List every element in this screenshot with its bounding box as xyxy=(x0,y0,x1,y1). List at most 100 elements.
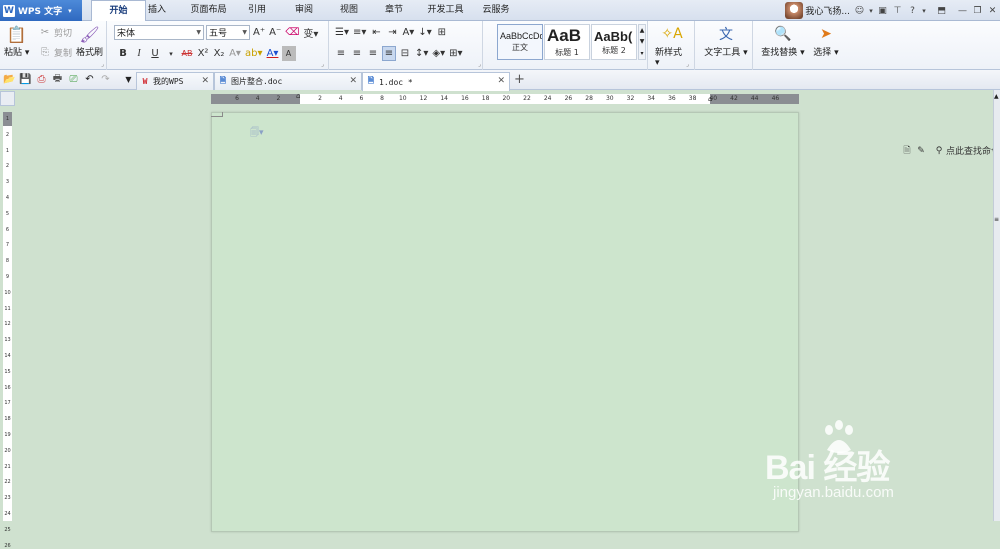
document-page[interactable] xyxy=(211,112,799,532)
chevron-down-icon[interactable]: ▾ xyxy=(164,46,178,61)
menu-tab[interactable]: 章节 xyxy=(375,0,413,21)
underline-button[interactable]: U xyxy=(148,46,162,61)
font-color-icon[interactable]: A▾ xyxy=(266,46,280,61)
right-indent-marker-icon[interactable]: ⌂ xyxy=(708,95,712,103)
expand-dialog-icon[interactable]: ⌟ xyxy=(686,61,689,68)
italic-button[interactable]: I xyxy=(132,46,146,61)
comment-icon[interactable]: ✎ xyxy=(914,143,928,158)
highlight-icon[interactable]: ab▾ xyxy=(244,46,264,61)
phonetic-icon[interactable]: 变▾ xyxy=(302,25,319,40)
expand-dialog-icon[interactable]: ⌟ xyxy=(321,61,324,68)
close-icon[interactable]: ✕ xyxy=(985,3,1000,18)
select-button[interactable]: ➤ 选择 ▾ xyxy=(812,23,840,58)
vertical-ruler[interactable]: 1 2 1 2 3 4 5 6 7 8 9 10 11 12 13 14 15 16 17 18 19 20 21 22 23 2… xyxy=(3,112,12,549)
expand-dialog-icon[interactable]: ⌟ xyxy=(101,61,104,68)
align-left-icon[interactable]: ≡ xyxy=(334,46,348,61)
font-size-select[interactable]: 五号 ▼ xyxy=(206,25,250,40)
shading-icon[interactable]: ◈▾ xyxy=(431,46,446,61)
shirt-icon[interactable]: ⊤ xyxy=(890,3,905,18)
chinese-layout-icon[interactable]: A▾ xyxy=(401,25,415,40)
copy-button[interactable]: ⎘ 复制 xyxy=(38,45,72,60)
redo-icon[interactable]: ↷ xyxy=(99,73,112,86)
numbered-list-icon[interactable]: ≡▾ xyxy=(352,25,367,40)
doc-tab[interactable]: 🗎 1.doc * ✕ xyxy=(362,72,510,91)
print-preview-icon[interactable]: ⎚ xyxy=(67,73,80,86)
doc-tab[interactable]: W 我的WPS ✕ xyxy=(136,72,214,90)
scroll-thumb[interactable]: ≡ xyxy=(994,216,999,223)
menu-tab[interactable]: 页面布局 xyxy=(181,0,236,21)
border-icon[interactable]: ⊞▾ xyxy=(448,46,463,61)
search-command-label[interactable]: 点此查找命令 xyxy=(946,144,1000,157)
style-preset[interactable]: AaBb(标题 2 xyxy=(591,24,637,60)
format-painter-button[interactable]: 🖌 格式刷 xyxy=(76,23,103,59)
restore-icon[interactable]: ❐ xyxy=(970,3,985,18)
add-tab-button[interactable]: + xyxy=(514,72,525,87)
avatar[interactable] xyxy=(785,2,804,19)
open-icon[interactable]: 📂 xyxy=(3,73,16,86)
skin-icon[interactable]: ▣ xyxy=(875,3,890,18)
fullscreen-icon[interactable]: ⬒ xyxy=(934,3,949,18)
cut-button[interactable]: ✂ 剪切 xyxy=(38,25,72,40)
chevron-up-icon[interactable]: ▲ xyxy=(640,27,645,34)
ruler-corner-button[interactable] xyxy=(0,91,15,106)
user-name[interactable]: 我心飞扬... xyxy=(805,4,850,17)
text-tools-button[interactable]: 文 文字工具 ▾ xyxy=(703,23,749,58)
customize-toolbar-icon[interactable]: ▼ xyxy=(122,73,135,86)
new-style-button[interactable]: ✧A 新样式 ▾ xyxy=(655,23,689,68)
superscript-button[interactable]: X² xyxy=(196,46,210,61)
bullet-list-icon[interactable]: ☰▾ xyxy=(334,25,350,40)
paste-options-icon[interactable]: 🗐▾ xyxy=(250,125,264,141)
indent-marker-icon[interactable]: ⌂ xyxy=(296,92,300,100)
chevron-down-icon[interactable]: ▾ xyxy=(867,3,875,18)
doc-tab[interactable]: 🗎 图片整合.doc ✕ xyxy=(214,72,362,90)
save-icon[interactable]: 💾 xyxy=(19,73,32,86)
align-right-icon[interactable]: ≡ xyxy=(366,46,380,61)
close-icon[interactable]: ✕ xyxy=(349,76,357,86)
table-icon[interactable]: ⊞ xyxy=(435,25,449,40)
menu-tab[interactable]: 开发工具 xyxy=(418,0,473,21)
close-icon[interactable]: ✕ xyxy=(201,76,209,86)
minimize-icon[interactable]: — xyxy=(955,3,970,18)
strikethrough-button[interactable]: AB xyxy=(180,46,194,61)
font-name-select[interactable]: 宋体 ▼ xyxy=(114,25,204,40)
sort-icon[interactable]: ↓▾ xyxy=(417,25,432,40)
subscript-button[interactable]: X₂ xyxy=(212,46,226,61)
chevron-down-icon[interactable]: ▾ xyxy=(920,3,928,18)
find-replace-button[interactable]: 🔍 查找替换 ▾ xyxy=(760,23,806,58)
shrink-font-icon[interactable]: A⁻ xyxy=(268,25,282,40)
expand-dialog-icon[interactable]: ⌟ xyxy=(478,61,481,68)
menu-tab[interactable]: 审阅 xyxy=(285,0,323,21)
chevron-down-icon[interactable]: ▼ xyxy=(640,38,645,45)
document-icon[interactable]: 🗎 xyxy=(900,143,914,158)
text-effect-icon[interactable]: A▾ xyxy=(228,46,242,61)
decrease-indent-icon[interactable]: ⇤ xyxy=(369,25,383,40)
grow-font-icon[interactable]: A⁺ xyxy=(252,25,266,40)
menu-tab[interactable]: 插入 xyxy=(138,0,176,21)
vertical-scrollbar[interactable]: ▲ ≡ xyxy=(993,90,1000,521)
style-preset[interactable]: AaBbCcDd 正文 xyxy=(497,24,543,60)
app-menu-button[interactable]: W WPS 文字 ▾ xyxy=(0,0,82,21)
help-icon[interactable]: ? xyxy=(905,3,920,18)
chevron-up-icon[interactable]: ▲ xyxy=(994,93,999,100)
smiley-icon[interactable]: ☺ xyxy=(852,3,867,18)
char-shading-icon[interactable]: A xyxy=(281,46,296,61)
menu-tab[interactable]: 云服务 xyxy=(476,0,516,21)
distributed-icon[interactable]: ⊟ xyxy=(398,46,412,61)
menu-tab[interactable]: 引用 xyxy=(240,0,274,21)
close-icon[interactable]: ✕ xyxy=(497,76,505,86)
clear-format-icon[interactable]: ⌫ xyxy=(284,25,300,40)
undo-icon[interactable]: ↶ xyxy=(83,73,96,86)
search-command[interactable]: 🗎 ✎ ⚲ 点此查找命令 xyxy=(900,143,1000,158)
paste-button[interactable]: 📋 粘贴 ▾ xyxy=(4,23,29,59)
justify-icon[interactable]: ≡ xyxy=(382,46,396,61)
align-center-icon[interactable]: ≡ xyxy=(350,46,364,61)
menu-tab[interactable]: 视图 xyxy=(330,0,368,21)
pdf-icon[interactable]: ⎙ xyxy=(35,73,48,86)
bold-button[interactable]: B xyxy=(116,46,130,61)
styles-scroll[interactable]: ▲ ▼ ▾ xyxy=(638,24,646,60)
line-spacing-icon[interactable]: ↕▾ xyxy=(414,46,429,61)
expand-icon[interactable]: ▾ xyxy=(640,50,643,57)
increase-indent-icon[interactable]: ⇥ xyxy=(385,25,399,40)
print-icon[interactable]: 🖶 xyxy=(51,73,64,86)
style-preset[interactable]: AaB 标题 1 xyxy=(544,24,590,60)
